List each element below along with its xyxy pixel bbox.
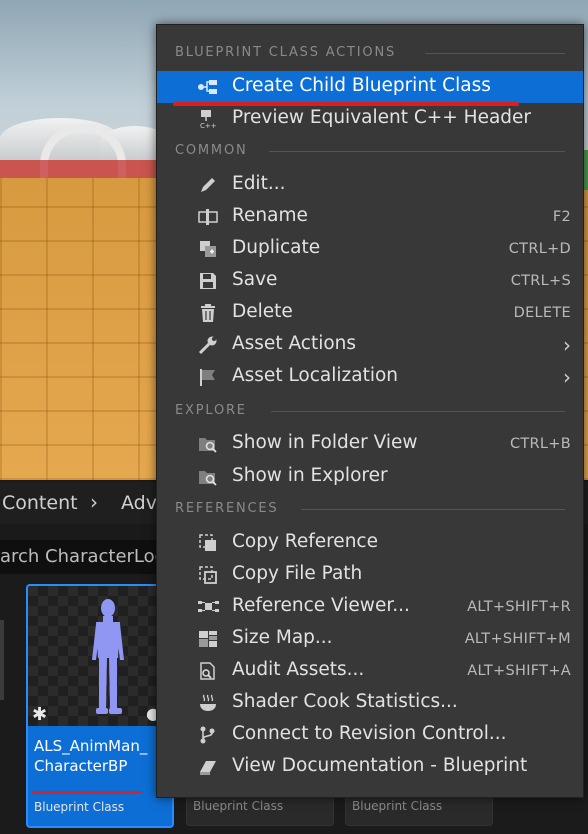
menu-item-create-child-blueprint-class[interactable]: Create Child Blueprint Class xyxy=(157,71,583,103)
trash-icon xyxy=(197,303,219,323)
svg-text:C++: C++ xyxy=(200,122,217,129)
menu-item-label: Audit Assets... xyxy=(232,659,365,680)
copy-reference-icon xyxy=(197,533,219,553)
menu-item-asset-actions[interactable]: Asset Actions › xyxy=(157,329,583,361)
menu-item-delete[interactable]: Delete DELETE xyxy=(157,297,583,329)
asset-thumbnail: ✱ ● xyxy=(28,586,172,726)
menu-item-shortcut: CTRL+D xyxy=(508,241,571,257)
shader-steam-icon xyxy=(197,693,219,713)
menu-item-copy-reference[interactable]: Copy Reference xyxy=(157,527,583,559)
menu-item-shader-cook-statistics[interactable]: Shader Cook Statistics... xyxy=(157,687,583,719)
revision-branch-icon xyxy=(197,725,219,745)
rename-icon xyxy=(197,207,219,227)
section-divider xyxy=(301,509,565,510)
menu-item-view-documentation[interactable]: View Documentation - Blueprint xyxy=(157,751,583,783)
menu-item-label: Shader Cook Statistics... xyxy=(232,691,458,712)
menu-item-label: Show in Explorer xyxy=(232,465,388,486)
menu-item-shortcut: ALT+SHIFT+M xyxy=(464,631,571,647)
folder-search-icon xyxy=(197,467,219,487)
book-icon xyxy=(197,757,219,777)
reference-viewer-icon xyxy=(197,597,219,617)
asset-tile-selected[interactable]: ✱ ● ALS_AnimMan_ CharacterBP Blueprint C… xyxy=(26,584,174,828)
menu-item-shortcut: CTRL+S xyxy=(510,273,571,289)
menu-item-audit-assets[interactable]: Audit Assets... ALT+SHIFT+A xyxy=(157,655,583,687)
pencil-icon xyxy=(197,175,219,195)
flag-icon xyxy=(197,367,219,387)
annotation-underline xyxy=(32,791,142,794)
menu-item-label: Copy File Path xyxy=(232,563,363,584)
menu-item-label: Preview Equivalent C++ Header xyxy=(232,107,532,128)
menu-item-show-in-explorer[interactable]: Show in Explorer xyxy=(157,461,583,493)
size-map-icon xyxy=(197,629,219,649)
section-header-common: COMMON xyxy=(175,143,248,158)
menu-item-copy-file-path[interactable]: Copy File Path xyxy=(157,559,583,591)
menu-item-shortcut: ALT+SHIFT+A xyxy=(467,663,571,679)
section-divider xyxy=(271,411,565,412)
menu-item-label: Create Child Blueprint Class xyxy=(232,75,491,96)
breadcrumb-content[interactable]: Content xyxy=(2,492,78,514)
menu-item-save[interactable]: Save CTRL+S xyxy=(157,265,583,297)
menu-item-asset-localization[interactable]: Asset Localization › xyxy=(157,361,583,393)
section-header-references: REFERENCES xyxy=(175,501,279,516)
modified-asterisk-icon: ✱ xyxy=(32,704,48,725)
menu-item-preview-cpp-header[interactable]: C++ Preview Equivalent C++ Header xyxy=(157,103,583,135)
cpp-header-icon: C++ xyxy=(197,109,219,129)
asset-search-bar[interactable] xyxy=(0,540,200,574)
duplicate-icon xyxy=(197,239,219,259)
menu-item-shortcut: DELETE xyxy=(513,305,571,321)
menu-item-label: Reference Viewer... xyxy=(232,595,410,616)
menu-item-label: Connect to Revision Control... xyxy=(232,723,507,744)
menu-item-size-map[interactable]: Size Map... ALT+SHIFT+M xyxy=(157,623,583,655)
menu-item-duplicate[interactable]: Duplicate CTRL+D xyxy=(157,233,583,265)
menu-item-label: Asset Localization xyxy=(232,365,399,386)
menu-item-label: Asset Actions xyxy=(232,333,357,354)
breadcrumb-chevron-icon: › xyxy=(90,490,98,514)
asset-tile-type: Blueprint Class xyxy=(34,800,125,814)
submenu-chevron-icon: › xyxy=(563,365,571,389)
section-header-blueprint-class-actions: BLUEPRINT CLASS ACTIONS xyxy=(175,45,397,60)
asset-tile-name: ALS_AnimMan_ CharacterBP xyxy=(34,737,148,775)
wrench-icon xyxy=(197,335,219,355)
menu-item-label: Duplicate xyxy=(232,237,321,258)
menu-item-show-in-folder-view[interactable]: Show in Folder View CTRL+B xyxy=(157,428,583,460)
section-header-explore: EXPLORE xyxy=(175,403,247,418)
submenu-chevron-icon: › xyxy=(563,333,571,357)
menu-item-shortcut: CTRL+B xyxy=(509,436,571,452)
menu-item-label: Save xyxy=(232,269,278,290)
blueprint-child-icon xyxy=(197,77,219,97)
section-divider xyxy=(425,53,565,54)
sources-panel-edge[interactable] xyxy=(0,620,4,700)
menu-item-shortcut: ALT+SHIFT+R xyxy=(467,599,571,615)
asset-tile-type: Blueprint Class xyxy=(193,799,284,813)
menu-item-rename[interactable]: Rename F2 xyxy=(157,201,583,233)
menu-item-reference-viewer[interactable]: Reference Viewer... ALT+SHIFT+R xyxy=(157,591,583,623)
menu-item-label: View Documentation - Blueprint xyxy=(232,755,528,776)
save-icon xyxy=(197,271,219,291)
menu-item-label: Size Map... xyxy=(232,627,333,648)
mannequin-thumbnail-icon xyxy=(92,599,124,714)
breadcrumb-adv[interactable]: Adv xyxy=(121,492,157,514)
asset-tile-type: Blueprint Class xyxy=(352,799,443,813)
menu-item-connect-revision-control[interactable]: Connect to Revision Control... xyxy=(157,719,583,751)
menu-item-label: Edit... xyxy=(232,173,286,194)
menu-item-label: Rename xyxy=(232,205,308,226)
menu-item-label: Show in Folder View xyxy=(232,432,418,453)
asset-context-menu: BLUEPRINT CLASS ACTIONS Create Child Blu… xyxy=(156,24,584,798)
section-divider xyxy=(269,151,565,152)
menu-item-edit[interactable]: Edit... xyxy=(157,169,583,201)
menu-item-label: Copy Reference xyxy=(232,531,378,552)
folder-search-icon xyxy=(197,434,219,454)
menu-item-label: Delete xyxy=(232,301,293,322)
menu-item-shortcut: F2 xyxy=(552,209,571,225)
audit-icon xyxy=(197,661,219,681)
copy-path-icon xyxy=(197,565,219,585)
